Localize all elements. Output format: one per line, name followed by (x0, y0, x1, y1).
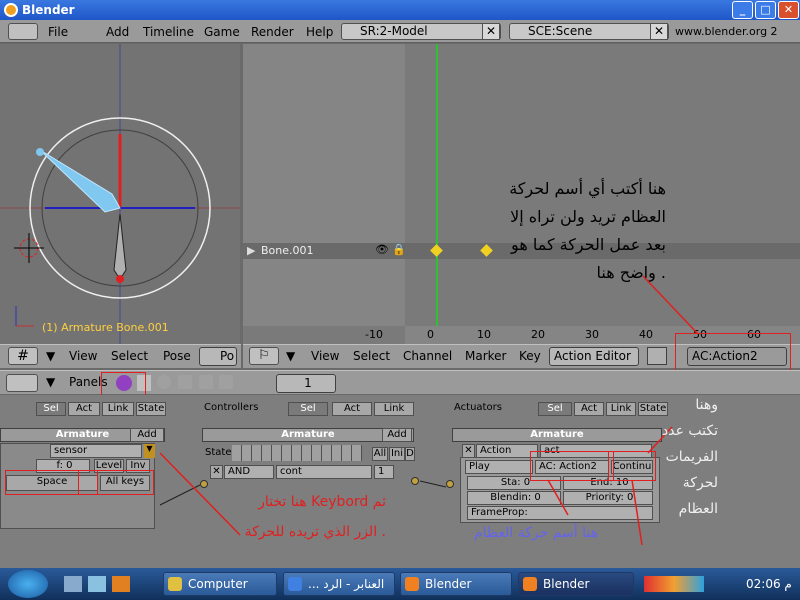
media-player-icon[interactable] (112, 576, 130, 592)
menu-help[interactable]: Help (306, 25, 333, 39)
menu-game[interactable]: Game (204, 25, 240, 39)
action-editor[interactable]: ▶ Bone.001 👁 🔒 -10 0 10 20 30 40 50 60 ه… (243, 44, 800, 344)
annotation-action-name: هنا أسم حركة العظام (473, 525, 598, 541)
menu-view[interactable]: View (311, 349, 339, 363)
window-type-button[interactable] (6, 374, 38, 392)
blender-logo-icon (4, 3, 18, 17)
menu-pose[interactable]: Pose (163, 349, 191, 363)
start-button[interactable] (8, 570, 48, 598)
show-desktop-icon[interactable] (64, 576, 82, 592)
menu-select[interactable]: Select (353, 349, 390, 363)
highlight-box (675, 333, 791, 375)
3d-view-header: # ▼ View Select Pose Po (0, 344, 241, 368)
mode-selector[interactable]: Po (199, 347, 237, 366)
grid-icon[interactable]: # (8, 347, 38, 365)
tray-icons[interactable] (644, 576, 704, 592)
window-title: Blender (22, 3, 75, 17)
armature-view (0, 44, 240, 344)
menu-render[interactable]: Render (251, 25, 294, 39)
taskbar: Computer ... العنابر - الرد Blender Blen… (0, 568, 800, 600)
menu-select[interactable]: Select (111, 349, 148, 363)
pin-icon[interactable] (647, 347, 667, 365)
ie-icon (288, 577, 302, 591)
close-icon[interactable]: ✕ (650, 23, 668, 40)
menu-file[interactable]: File (48, 25, 68, 39)
title-bar: Blender _ □ ✕ (0, 0, 800, 20)
menu-timeline[interactable]: Timeline (143, 25, 194, 39)
minimize-button[interactable]: _ (732, 1, 753, 19)
taskbar-browser[interactable]: ... العنابر - الرد (283, 572, 395, 596)
menu-marker[interactable]: Marker (465, 349, 506, 363)
menu-view[interactable]: View (69, 349, 97, 363)
object-icon[interactable] (178, 375, 192, 389)
window-type-button[interactable] (8, 23, 38, 40)
frame-field[interactable]: 1 (276, 374, 336, 393)
annotation-arrow (642, 275, 699, 335)
blender-icon (523, 577, 537, 591)
collapse-arrow-icon[interactable]: ▼ (46, 349, 55, 363)
3d-viewport[interactable]: (1) Armature Bone.001 (0, 44, 240, 344)
editing-icon[interactable] (199, 375, 213, 389)
website-label[interactable]: www.blender.org 2 (675, 25, 778, 38)
taskbar-blender-1[interactable]: Blender (400, 572, 512, 596)
scene-icon[interactable] (219, 375, 233, 389)
blender-icon (405, 577, 419, 591)
annotation-keyboard: هنا تختار Keybord ثم الزر الذي تريده للح… (244, 494, 386, 540)
editor-mode-selector[interactable]: Action Editor (549, 347, 639, 366)
menu-key[interactable]: Key (519, 349, 541, 363)
close-icon[interactable]: ✕ (482, 23, 500, 40)
explorer-icon[interactable] (88, 576, 106, 592)
collapse-arrow-icon[interactable]: ▼ (46, 375, 55, 389)
clock: 02:06 م (746, 577, 792, 591)
scene-selector[interactable]: SCE:Scene ✕ (509, 23, 669, 40)
main-menubar: File Add Timeline Game Render Help SR:2-… (0, 20, 800, 43)
maximize-button[interactable]: □ (755, 1, 776, 19)
menu-channel[interactable]: Channel (403, 349, 452, 363)
folder-icon (168, 577, 182, 591)
menu-add[interactable]: Add (106, 25, 129, 39)
object-label: (1) Armature Bone.001 (42, 321, 169, 334)
taskbar-computer[interactable]: Computer (163, 572, 277, 596)
taskbar-blender-2[interactable]: Blender (518, 572, 634, 596)
annotation-right: وهنا تكتب عدد الفريمات لحركة العظام (662, 397, 718, 517)
collapse-arrow-icon[interactable]: ▼ (286, 349, 295, 363)
screen-selector[interactable]: SR:2-Model ✕ (341, 23, 501, 40)
action-editor-icon[interactable]: ⚐ (249, 347, 279, 365)
close-button[interactable]: ✕ (778, 1, 799, 19)
shading-icon[interactable] (157, 375, 171, 389)
